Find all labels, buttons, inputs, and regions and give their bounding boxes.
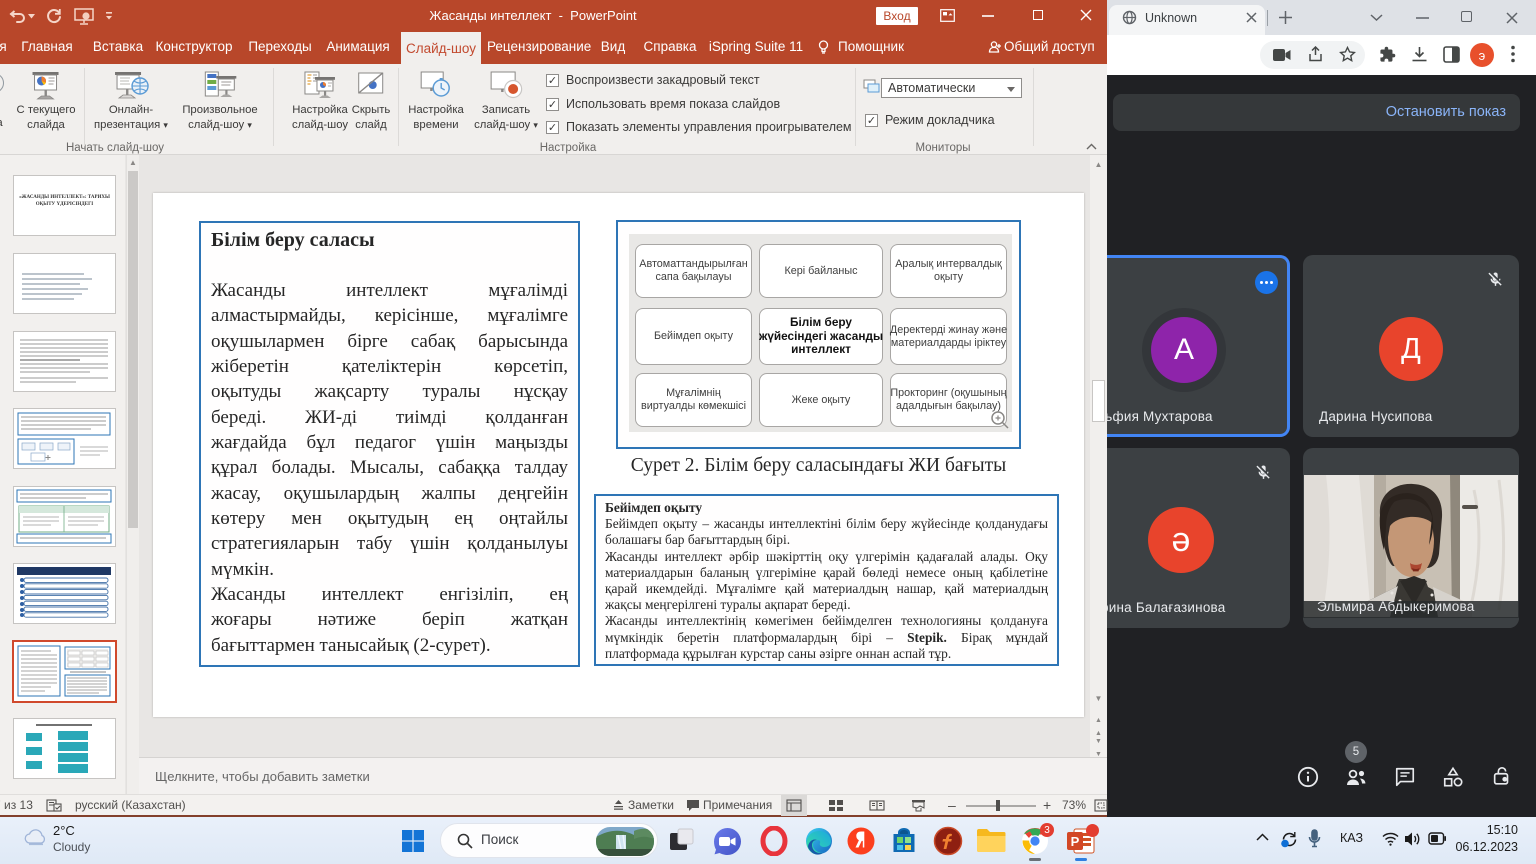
svg-text:P: P [1071, 834, 1080, 849]
